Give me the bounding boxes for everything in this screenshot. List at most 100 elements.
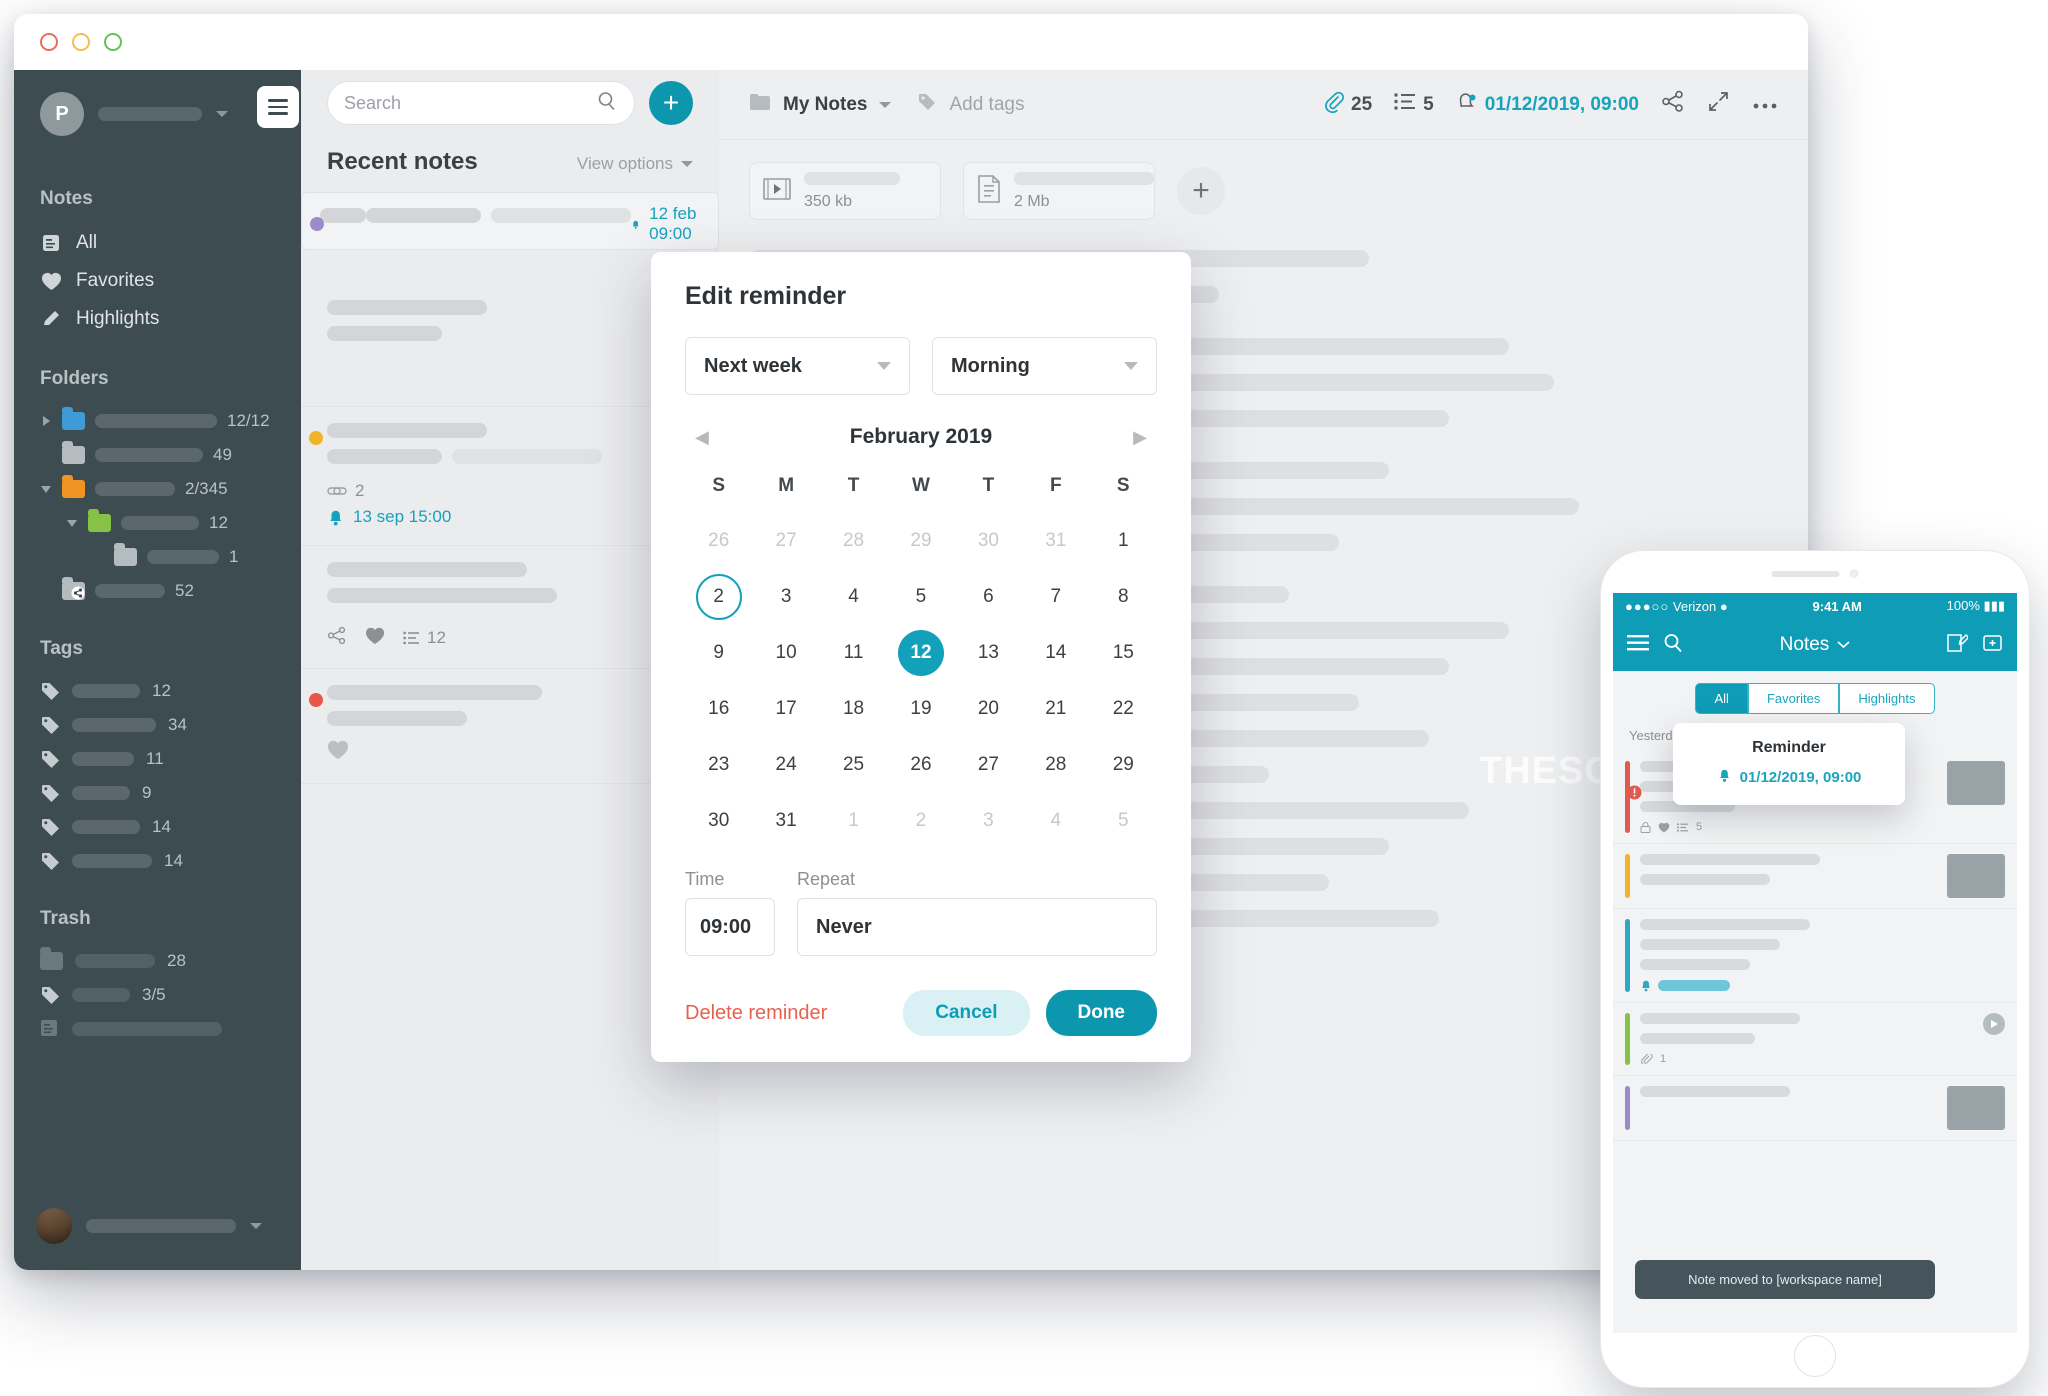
mobile-tab-favorites[interactable]: Favorites [1747,683,1840,714]
repeat-select[interactable]: Never [797,898,1157,956]
calendar-day-cell[interactable]: 22 [1090,681,1157,737]
calendar-day-cell[interactable]: 11 [820,625,887,681]
prev-month-button[interactable]: ◀ [695,427,709,448]
calendar-day-value: 26 [910,754,932,775]
calendar-day-cell[interactable]: 30 [685,793,752,849]
done-button[interactable]: Done [1045,990,1157,1036]
cancel-button[interactable]: Cancel [903,990,1030,1036]
calendar-day-value: 2 [695,574,742,620]
calendar-day-value: 31 [1045,530,1067,551]
menu-icon[interactable] [1627,634,1649,656]
calendar-day-value: 15 [1112,642,1134,663]
search-icon[interactable] [1663,633,1683,658]
compose-icon[interactable] [1947,632,1970,658]
mobile-note-accent [1625,854,1630,898]
calendar-day-value: 11 [843,642,864,663]
add-note-icon[interactable] [1982,633,2003,658]
calendar-day-cell[interactable]: 26 [685,513,752,569]
mobile-status-bar: ●●●○○ Verizon ● 9:41 AM 100% ▮▮▮ [1613,593,2017,619]
calendar-day-cell[interactable]: 3 [752,569,819,625]
calendar-weekday: W [912,475,930,496]
mobile-notes-list: 51 [1613,751,2017,1141]
calendar-day-cell[interactable]: 27 [955,737,1022,793]
calendar-day-cell[interactable]: 5 [1090,793,1157,849]
mobile-reminder-popup: Reminder 01/12/2019, 09:00 [1673,723,1905,805]
calendar-day-value: 25 [842,754,865,775]
mobile-note-body: 1 [1640,1013,1973,1065]
calendar-day-cell[interactable]: 28 [820,513,887,569]
calendar-day-cell[interactable]: 17 [752,681,819,737]
mobile-note-item[interactable]: 1 [1613,1003,2017,1076]
calendar-day-cell[interactable]: 14 [1022,625,1089,681]
calendar-weekday: S [712,475,726,496]
daypart-value: Morning [951,354,1030,377]
calendar-day-cell[interactable]: 21 [1022,681,1089,737]
play-icon[interactable] [1983,1013,2005,1035]
calendar-day-cell[interactable]: 5 [887,569,954,625]
mobile-title[interactable]: Notes [1780,634,1851,656]
mobile-note-body [1640,854,1937,898]
mobile-note-body [1640,1086,1937,1130]
mobile-tab-highlights[interactable]: Highlights [1839,683,1935,714]
mobile-note-item[interactable] [1613,844,2017,909]
calendar-day-value: 9 [713,642,724,663]
calendar-day-cell[interactable]: 30 [955,513,1022,569]
daypart-select[interactable]: Morning [932,337,1157,395]
calendar-day-cell[interactable]: 16 [685,681,752,737]
calendar-day-value: 4 [848,586,859,607]
mobile-note-body [1640,919,2005,992]
mobile-device-mockup: ●●●○○ Verizon ● 9:41 AM 100% ▮▮▮ Notes A… [1600,550,2030,1388]
calendar-day-cell[interactable]: 1 [820,793,887,849]
calendar-day-value: 27 [977,754,999,775]
calendar-weekday: T [982,475,995,496]
calendar-day-cell[interactable]: 13 [955,625,1022,681]
calendar-day-cell[interactable]: 15 [1090,625,1157,681]
calendar-day-cell[interactable]: 4 [820,569,887,625]
calendar-day-cell[interactable]: 19 [887,681,954,737]
calendar-day-cell[interactable]: 1 [1090,513,1157,569]
mobile-note-item[interactable] [1613,1076,2017,1141]
calendar-day-cell[interactable]: 2 [685,569,752,625]
mobile-note-accent [1625,919,1630,992]
calendar-day-value: 27 [775,530,797,551]
home-button[interactable] [1794,1335,1836,1377]
calendar-day-cell[interactable]: 9 [685,625,752,681]
time-label: Time [685,869,725,889]
calendar-day-cell[interactable]: 27 [752,513,819,569]
calendar-day-cell[interactable]: 29 [1090,737,1157,793]
calendar-week-row: 23 24 25 26 27 28 29 [685,737,1157,793]
calendar-day-value: 22 [1112,698,1134,719]
calendar-day-value: 1 [1117,530,1129,551]
calendar-day-cell[interactable]: 20 [955,681,1022,737]
calendar-day-cell[interactable]: 29 [887,513,954,569]
calendar-day-cell[interactable]: 6 [955,569,1022,625]
calendar-day-cell[interactable]: 18 [820,681,887,737]
mobile-note-thumbnail [1947,761,2005,805]
delete-reminder-button[interactable]: Delete reminder [685,1002,827,1025]
calendar-day-cell[interactable]: 28 [1022,737,1089,793]
calendar-day-cell[interactable]: 3 [955,793,1022,849]
time-input[interactable]: 09:00 [685,898,775,956]
calendar-day-cell[interactable]: 2 [887,793,954,849]
next-month-button[interactable]: ▶ [1133,427,1147,448]
calendar-day-cell[interactable]: 25 [820,737,887,793]
mobile-note-item[interactable] [1613,909,2017,1003]
mobile-filter-tabs: All Favorites Highlights [1613,671,2017,724]
calendar-day-cell[interactable]: 31 [1022,513,1089,569]
preset-select[interactable]: Next week [685,337,910,395]
calendar-week-row: 26 27 28 29 30 31 1 [685,513,1157,569]
calendar-day-cell[interactable]: 4 [1022,793,1089,849]
calendar-day-value: 17 [775,698,797,719]
mobile-note-meta: 1 [1640,1053,1973,1065]
calendar-day-cell[interactable]: 24 [752,737,819,793]
calendar-day-cell[interactable]: 31 [752,793,819,849]
calendar-day-value: 24 [775,754,797,775]
calendar-day-cell[interactable]: 8 [1090,569,1157,625]
calendar-day-cell[interactable]: 26 [887,737,954,793]
calendar-day-cell[interactable]: 10 [752,625,819,681]
mobile-tab-all[interactable]: All [1695,683,1748,714]
calendar-day-cell[interactable]: 12 [887,625,954,681]
calendar-day-cell[interactable]: 7 [1022,569,1089,625]
calendar-day-cell[interactable]: 23 [685,737,752,793]
calendar-day-value: 4 [1050,810,1062,831]
